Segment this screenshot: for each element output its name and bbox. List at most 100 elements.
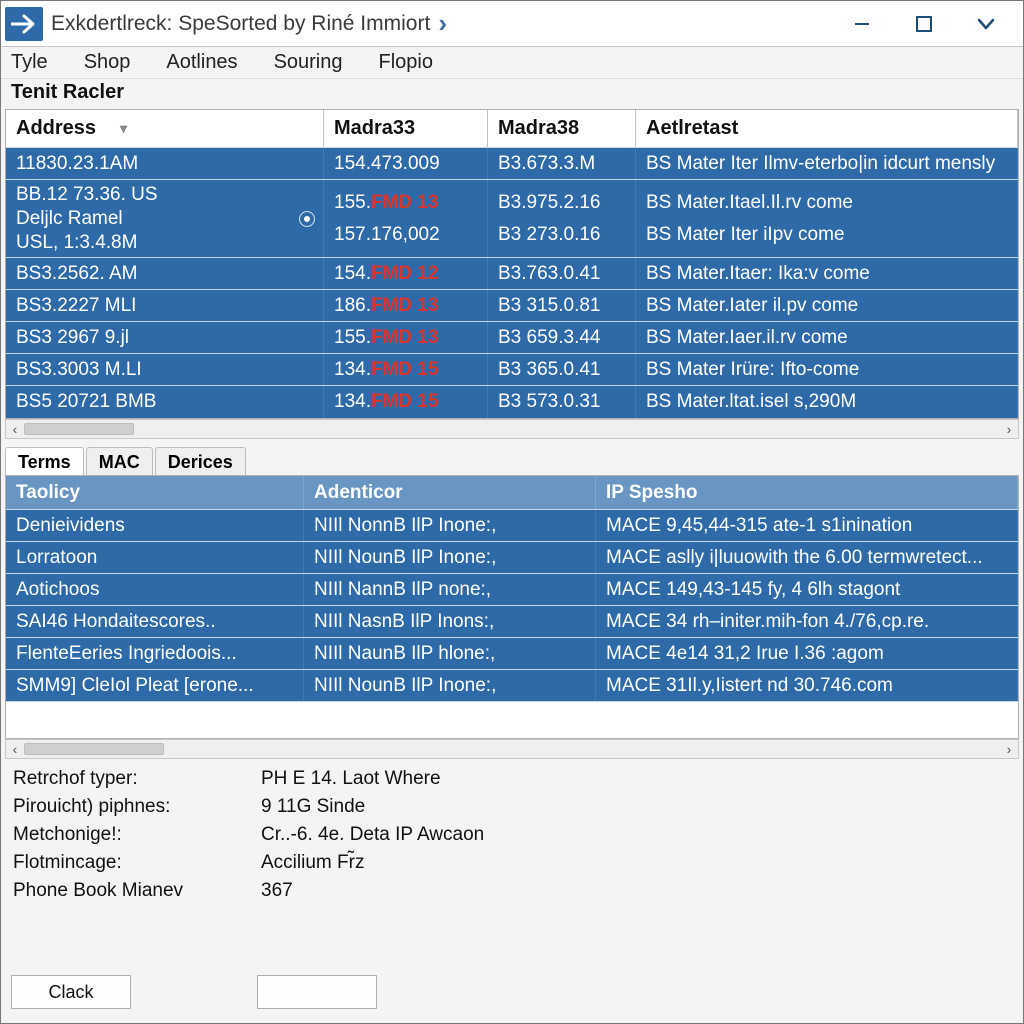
detail-value: Accilium Fr̃z (261, 852, 364, 874)
scroll-track[interactable] (24, 422, 1000, 436)
cell-address: BS3.3003 M.LI (6, 354, 324, 385)
cell-aetlretast: BS Mater.Iaer.il.rv come (636, 322, 1018, 353)
table-row[interactable]: SMM9] CleIol Pleat [erone... NIIl NounB … (6, 670, 1018, 702)
filler (1, 917, 1023, 969)
cell-taolicy: FlenteEeries Ingriedoois... (6, 638, 304, 669)
table-row[interactable]: Aotichoos NIIl NannB IlP none:, MACE 149… (6, 574, 1018, 606)
cell-madra33: 154.FMD 12 (324, 258, 488, 289)
cell-aetlretast: BS Mater.Itael.Il.rv come BS Mater Iter … (636, 180, 1018, 257)
cell-ip-spesho: MACE 34 rh–initer.mih-fon 4./76,cp.re. (596, 606, 1018, 637)
cell-madra38: B3.975.2.16 B3 273.0.16 (488, 180, 636, 257)
cell-taolicy: Denieividens (6, 510, 304, 541)
table-row[interactable]: SAI46 Hondaitescores.. NIIl NasnB IlP In… (6, 606, 1018, 638)
scroll-left-icon[interactable]: ‹ (6, 420, 24, 438)
cell-empty (304, 702, 596, 738)
details-panel: Retrchof typer:PH E 14. Laot Where Pirou… (5, 761, 1019, 909)
menu-item-3[interactable]: Souring (268, 48, 349, 77)
cell-empty (6, 702, 304, 738)
cell-madra33: 155.FMD 13 (324, 322, 488, 353)
cell-adenticor: NIIl NonnB IlP Inone:, (304, 510, 596, 541)
cell-ip-spesho: MACE 149,43-145 fy, 4 6lh stagont (596, 574, 1018, 605)
table-row[interactable]: 11830.23.1AM 154.473.009 B3.673.3.M BS M… (6, 148, 1018, 180)
cell-taolicy: Lorratoon (6, 542, 304, 573)
detail-key: Pirouicht) piphnes: (13, 796, 261, 818)
cell-ip-spesho: MACE 31Il.y,Iistert nd 30.746.com (596, 670, 1018, 701)
cell-madra33: 154.473.009 (324, 148, 488, 179)
table-row[interactable]: BS3.2227 MLI 186.FMD 13 B3 315.0.81 BS M… (6, 290, 1018, 322)
policy-table: Taolicy Adenticor IP Spesho Denieividens… (5, 475, 1019, 739)
cell-madra38: B3 365.0.41 (488, 354, 636, 385)
app-icon (5, 7, 43, 41)
column-header-aetlretast[interactable]: Aetlretast (636, 110, 1018, 147)
table-row[interactable]: Lorratoon NIIl NounB IlP Inone:, MACE as… (6, 542, 1018, 574)
window-title: Exkdertlreck: SpeSorted by Riné Immiort (51, 12, 430, 36)
tab-derices[interactable]: Derices (155, 447, 246, 475)
table-row[interactable]: BS3.2562. AM 154.FMD 12 B3.763.0.41 BS M… (6, 258, 1018, 290)
menu-item-4[interactable]: Flopio (373, 48, 439, 77)
cell-madra33: 134.FMD 15 (324, 354, 488, 385)
menu-item-0[interactable]: Tyle (5, 48, 54, 77)
table-row[interactable]: Denieividens NIIl NonnB IlP Inone:, MACE… (6, 510, 1018, 542)
cell-address: BB.12 73.36. US Deljlc Ramel USL, 1:3.4.… (6, 180, 324, 257)
scroll-thumb[interactable] (24, 423, 134, 435)
cell-aetlretast: BS Mater Irüre: Ifto-come (636, 354, 1018, 385)
secondary-button[interactable] (257, 975, 377, 1009)
menubar: Tyle Shop Aotlines Souring Flopio (1, 47, 1023, 79)
cell-ip-spesho: MACE aslly i|luuowith the 6.00 termwrete… (596, 542, 1018, 573)
table-header-row: Address ▾ Madra33 Madra38 Aetlretast (6, 110, 1018, 148)
detail-value: PH E 14. Laot Where (261, 768, 441, 790)
column-header-adenticor[interactable]: Adenticor (304, 476, 596, 509)
scroll-right-icon[interactable]: › (1000, 740, 1018, 758)
cell-madra33: 186.FMD 13 (324, 290, 488, 321)
window-close-button[interactable] (955, 1, 1017, 47)
cell-madra38: B3 573.0.31 (488, 386, 636, 418)
cell-adenticor: NIIl NannB IlP none:, (304, 574, 596, 605)
menu-item-2[interactable]: Aotlines (160, 48, 243, 77)
detail-value: Cr..-6. 4e. Deta IP Awcaon (261, 824, 484, 846)
cell-adenticor: NIIl NounB IlP Inone:, (304, 542, 596, 573)
table1-hscrollbar[interactable]: ‹ › (5, 419, 1019, 439)
detail-key: Retrchof typer: (13, 768, 261, 790)
table-row[interactable]: BS3 2967 9.jl 155.FMD 13 B3 659.3.44 BS … (6, 322, 1018, 354)
cell-madra38: B3.673.3.M (488, 148, 636, 179)
column-header-taolicy[interactable]: Taolicy (6, 476, 304, 509)
scroll-right-icon[interactable]: › (1000, 420, 1018, 438)
table-row[interactable]: BB.12 73.36. US Deljlc Ramel USL, 1:3.4.… (6, 180, 1018, 258)
tab-terms[interactable]: Terms (5, 447, 84, 475)
column-header-ip-spesho[interactable]: IP Spesho (596, 476, 1018, 509)
table-row[interactable]: BS3.3003 M.LI 134.FMD 15 B3 365.0.41 BS … (6, 354, 1018, 386)
table-row[interactable]: BS5 20721 BMB 134.FMD 15 B3 573.0.31 BS … (6, 386, 1018, 418)
scroll-track[interactable] (24, 742, 1000, 756)
window-maximize-button[interactable] (893, 1, 955, 47)
column-header-madra38[interactable]: Madra38 (488, 110, 636, 147)
column-header-address[interactable]: Address ▾ (6, 110, 324, 147)
cell-adenticor: NIIl NounB IlP Inone:, (304, 670, 596, 701)
clack-button[interactable]: Clack (11, 975, 131, 1009)
scroll-left-icon[interactable]: ‹ (6, 740, 24, 758)
cell-taolicy: SMM9] CleIol Pleat [erone... (6, 670, 304, 701)
cell-madra38: B3.763.0.41 (488, 258, 636, 289)
tabstrip: Terms MAC Derices (5, 443, 1019, 475)
column-header-madra33[interactable]: Madra33 (324, 110, 488, 147)
bottom-button-bar: Clack (1, 969, 1023, 1023)
detail-row: Metchonige!:Cr..-6. 4e. Deta IP Awcaon (13, 821, 1011, 849)
table2-hscrollbar[interactable]: ‹ › (5, 739, 1019, 759)
menu-item-1[interactable]: Shop (78, 48, 137, 77)
radio-selected-icon[interactable] (299, 211, 315, 227)
tab-mac[interactable]: MAC (86, 447, 153, 475)
table-row[interactable]: FlenteEeries Ingriedoois... NIIl NaunB I… (6, 638, 1018, 670)
cell-taolicy: Aotichoos (6, 574, 304, 605)
cell-madra33: 134.FMD 15 (324, 386, 488, 418)
cell-address: BS3.2227 MLI (6, 290, 324, 321)
detail-row: Flotmincage:Accilium Fr̃z (13, 849, 1011, 877)
titlebar: Exkdertlreck: SpeSorted by Riné Immiort … (1, 1, 1023, 47)
window-minimize-button[interactable] (831, 1, 893, 47)
scroll-thumb[interactable] (24, 743, 164, 755)
cell-madra33: 155.FMD 13 157.176,002 (324, 180, 488, 257)
cell-aetlretast: BS Mater.Iater il.pv come (636, 290, 1018, 321)
detail-row: Retrchof typer:PH E 14. Laot Where (13, 765, 1011, 793)
detail-key: Metchonige!: (13, 824, 261, 846)
chevron-down-icon: ▾ (120, 120, 127, 137)
section-title: Tenit Racler (1, 79, 1023, 109)
detail-key: Flotmincage: (13, 852, 261, 874)
